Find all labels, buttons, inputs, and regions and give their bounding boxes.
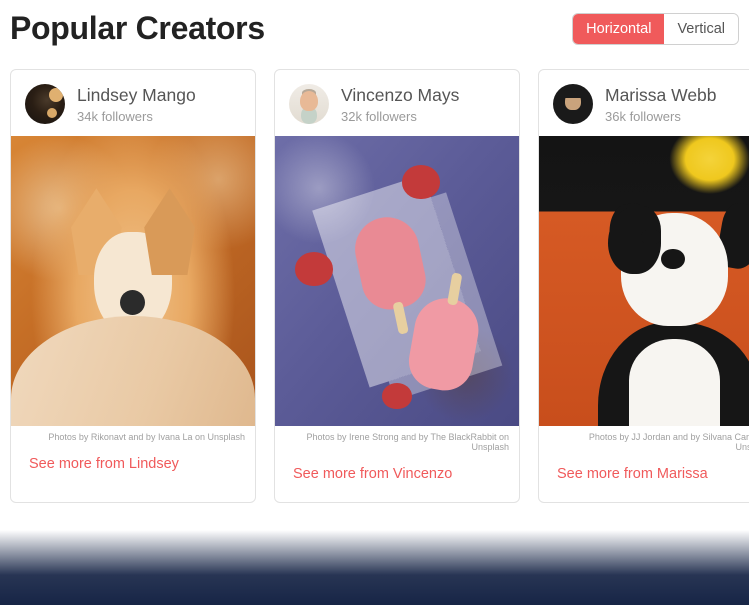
see-more-link[interactable]: See more from Vincenzo — [275, 452, 519, 502]
creator-image — [539, 136, 749, 426]
creator-cards: Lindsey Mango 34k followers Photos by Ri… — [10, 69, 739, 503]
photo-caption: Photos by JJ Jordan and by Silvana Carlo… — [539, 426, 749, 452]
creator-meta: Marissa Webb 36k followers — [605, 85, 717, 124]
bottom-gradient-overlay — [0, 530, 749, 605]
creator-followers: 32k followers — [341, 109, 459, 124]
header-row: Popular Creators Horizontal Vertical — [10, 10, 739, 47]
creator-name: Marissa Webb — [605, 85, 717, 106]
layout-toggle: Horizontal Vertical — [572, 13, 739, 45]
see-more-link[interactable]: See more from Lindsey — [11, 442, 255, 492]
avatar[interactable] — [289, 84, 329, 124]
see-more-link[interactable]: See more from Marissa — [539, 452, 749, 502]
creator-card[interactable]: Lindsey Mango 34k followers Photos by Ri… — [10, 69, 256, 503]
creator-name: Lindsey Mango — [77, 85, 196, 106]
creator-card[interactable]: Vincenzo Mays 32k followers Photos by Ir… — [274, 69, 520, 503]
avatar[interactable] — [25, 84, 65, 124]
card-header: Vincenzo Mays 32k followers — [275, 70, 519, 136]
card-header: Marissa Webb 36k followers — [539, 70, 749, 136]
creator-image — [11, 136, 255, 426]
toggle-horizontal-button[interactable]: Horizontal — [573, 14, 664, 44]
creator-followers: 34k followers — [77, 109, 196, 124]
photo-caption: Photos by Irene Strong and by The BlackR… — [275, 426, 519, 452]
creator-followers: 36k followers — [605, 109, 717, 124]
creator-meta: Vincenzo Mays 32k followers — [341, 85, 459, 124]
card-header: Lindsey Mango 34k followers — [11, 70, 255, 136]
toggle-vertical-button[interactable]: Vertical — [664, 14, 738, 44]
creator-name: Vincenzo Mays — [341, 85, 459, 106]
creator-meta: Lindsey Mango 34k followers — [77, 85, 196, 124]
creator-image — [275, 136, 519, 426]
page-title: Popular Creators — [10, 10, 265, 47]
photo-caption: Photos by Rikonavt and by Ivana La on Un… — [11, 426, 255, 442]
creator-card[interactable]: Marissa Webb 36k followers Photos by JJ … — [538, 69, 749, 503]
avatar[interactable] — [553, 84, 593, 124]
